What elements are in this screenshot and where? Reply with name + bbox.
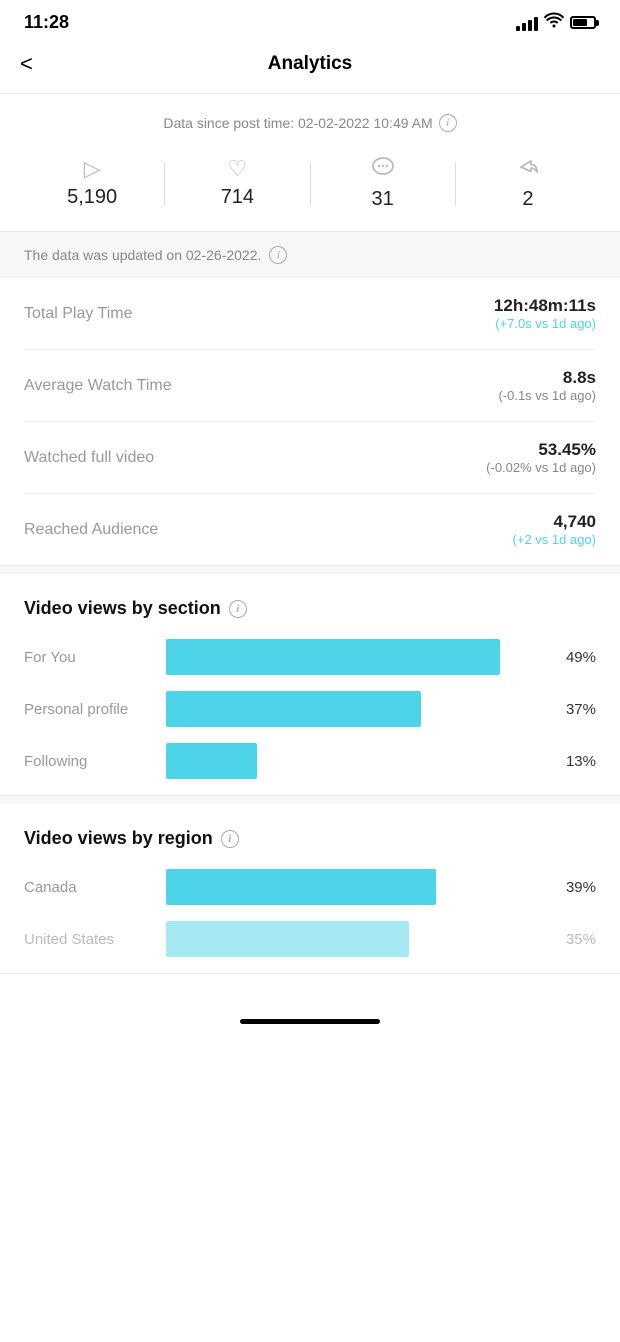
bar-row-personal-profile: Personal profile 37% <box>24 691 596 727</box>
bar-row-united-states: United States 35% <box>24 921 596 957</box>
metric-reached-audience: Reached Audience 4,740 (+2 vs 1d ago) <box>24 494 596 565</box>
metric-value-watched-full-video: 53.45% <box>486 440 596 460</box>
update-text: The data was updated on 02-26-2022. <box>24 247 261 263</box>
metric-label-reached-audience: Reached Audience <box>24 521 158 539</box>
metric-value-avg-watch-time: 8.8s <box>498 368 596 388</box>
stat-shares: 2 <box>456 156 600 211</box>
bar-fill-following <box>166 743 257 779</box>
metric-total-play-time: Total Play Time 12h:48m:11s (+7.0s vs 1d… <box>24 278 596 350</box>
data-since-section: Data since post time: 02-02-2022 10:49 A… <box>0 94 620 148</box>
wifi-icon <box>544 12 564 33</box>
bar-label-following: Following <box>24 753 154 770</box>
metric-change-avg-watch-time: (-0.1s vs 1d ago) <box>498 388 596 403</box>
status-bar: 11:28 <box>0 0 620 41</box>
metrics-section: Total Play Time 12h:48m:11s (+7.0s vs 1d… <box>0 278 620 566</box>
bar-percent-united-states: 35% <box>566 931 596 948</box>
bar-fill-personal-profile <box>166 691 421 727</box>
bar-label-united-states: United States <box>24 931 154 948</box>
stat-plays: ▷ 5,190 <box>20 158 164 209</box>
section-gap-2 <box>0 796 620 804</box>
metric-value-reached-audience: 4,740 <box>513 512 596 532</box>
shares-value: 2 <box>522 188 533 211</box>
home-indicator <box>240 1019 380 1024</box>
comments-value: 31 <box>372 188 394 211</box>
heart-icon: ♡ <box>228 158 248 180</box>
metric-label-watched-full-video: Watched full video <box>24 449 154 467</box>
metric-change-reached-audience: (+2 vs 1d ago) <box>513 532 596 547</box>
bar-percent-for-you: 49% <box>566 649 596 666</box>
section-gap-1 <box>0 566 620 574</box>
stat-comments: 31 <box>311 156 455 211</box>
share-icon <box>516 156 540 182</box>
views-by-section: Video views by section i For You 49% Per… <box>0 574 620 796</box>
bar-percent-following: 13% <box>566 753 596 770</box>
metric-label-avg-watch-time: Average Watch Time <box>24 377 172 395</box>
views-by-region-chart: Canada 39% United States 35% <box>24 869 596 957</box>
views-by-section-chart: For You 49% Personal profile 37% Followi… <box>24 639 596 779</box>
bar-label-personal-profile: Personal profile <box>24 701 154 718</box>
metric-label-total-play-time: Total Play Time <box>24 305 132 323</box>
signal-bars-icon <box>516 15 538 31</box>
bar-row-for-you: For You 49% <box>24 639 596 675</box>
stats-row: ▷ 5,190 ♡ 714 31 2 <box>0 148 620 232</box>
page-title: Analytics <box>268 53 352 75</box>
views-by-region-title: Video views by region <box>24 828 213 849</box>
bar-percent-canada: 39% <box>566 879 596 896</box>
battery-icon <box>570 16 596 29</box>
likes-value: 714 <box>221 186 254 209</box>
status-icons <box>516 12 596 33</box>
plays-value: 5,190 <box>67 186 117 209</box>
metric-watched-full-video: Watched full video 53.45% (-0.02% vs 1d … <box>24 422 596 494</box>
comment-icon <box>371 156 395 182</box>
views-by-region-info-icon[interactable]: i <box>221 830 239 848</box>
bar-fill-for-you <box>166 639 500 675</box>
bar-row-canada: Canada 39% <box>24 869 596 905</box>
metric-avg-watch-time: Average Watch Time 8.8s (-0.1s vs 1d ago… <box>24 350 596 422</box>
metric-value-total-play-time: 12h:48m:11s <box>494 296 596 316</box>
views-by-section-info-icon[interactable]: i <box>229 600 247 618</box>
bar-label-canada: Canada <box>24 879 154 896</box>
status-time: 11:28 <box>24 12 69 33</box>
stat-likes: ♡ 714 <box>165 158 309 209</box>
metric-change-watched-full-video: (-0.02% vs 1d ago) <box>486 460 596 475</box>
bar-fill-united-states <box>166 921 409 957</box>
views-by-section-title: Video views by section <box>24 598 221 619</box>
back-button[interactable]: < <box>20 51 33 77</box>
play-icon: ▷ <box>84 158 101 180</box>
views-by-region: Video views by region i Canada 39% Unite… <box>0 804 620 974</box>
update-notice: The data was updated on 02-26-2022. i <box>0 232 620 278</box>
bar-fill-canada <box>166 869 436 905</box>
bar-row-following: Following 13% <box>24 743 596 779</box>
data-since-text: Data since post time: 02-02-2022 10:49 A… <box>163 115 432 131</box>
bar-percent-personal-profile: 37% <box>566 701 596 718</box>
header: < Analytics <box>0 41 620 93</box>
bar-label-for-you: For You <box>24 649 154 666</box>
data-since-info-icon[interactable]: i <box>439 114 457 132</box>
update-info-icon[interactable]: i <box>269 246 287 264</box>
metric-change-total-play-time: (+7.0s vs 1d ago) <box>494 316 596 331</box>
